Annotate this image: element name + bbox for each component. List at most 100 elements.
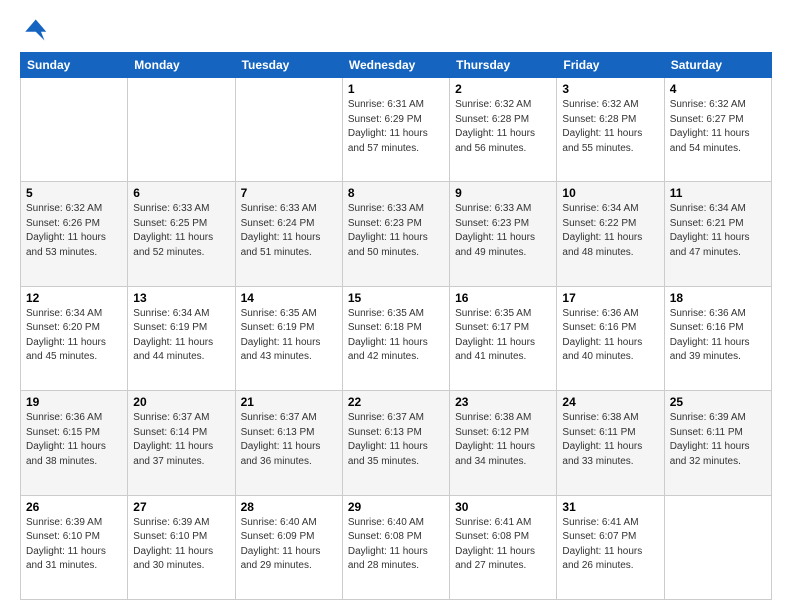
calendar-cell: 6 Sunrise: 6:33 AMSunset: 6:25 PMDaylight… (128, 182, 235, 286)
calendar-cell: 21 Sunrise: 6:37 AMSunset: 6:13 PMDayligh… (235, 391, 342, 495)
day-number: 16 (455, 291, 551, 305)
calendar-cell: 18Sunrise: 6:36 AMSunset: 6:16 PMDayligh… (664, 286, 771, 390)
day-number: 8 (348, 186, 444, 200)
day-info: Sunrise: 6:40 AMSunset: 6:09 PMDaylight:… (241, 516, 337, 574)
col-header-wednesday: Wednesday (342, 53, 449, 78)
day-info: Sunrise: 6:37 AMSunset: 6:14 PMDaylight:… (133, 411, 229, 469)
calendar-cell: 10 Sunrise: 6:34 AMSunset: 6:22 PMDayligh… (557, 182, 664, 286)
day-info: Sunrise: 6:39 AMSunset: 6:11 PMDaylight:… (670, 411, 766, 469)
col-header-sunday: Sunday (21, 53, 128, 78)
week-row-2: 5 Sunrise: 6:32 AMSunset: 6:26 PMDaylight… (21, 182, 772, 286)
day-info: Sunrise: 6:34 AMSunset: 6:20 PMDaylight:… (26, 307, 122, 365)
day-info: Sunrise: 6:37 AMSunset: 6:13 PMDaylight:… (241, 411, 337, 469)
col-header-monday: Monday (128, 53, 235, 78)
calendar-cell: 23 Sunrise: 6:38 AMSunset: 6:12 PMDayligh… (450, 391, 557, 495)
calendar-cell: 4 Sunrise: 6:32 AMSunset: 6:27 PMDaylight… (664, 78, 771, 182)
day-info: Sunrise: 6:33 AMSunset: 6:23 PMDaylight:… (455, 202, 551, 260)
day-number: 19 (26, 395, 122, 409)
week-row-1: 1 Sunrise: 6:31 AMSunset: 6:29 PMDaylight… (21, 78, 772, 182)
calendar-cell: 2Sunrise: 6:32 AMSunset: 6:28 PMDaylight… (450, 78, 557, 182)
calendar-cell: 8 Sunrise: 6:33 AMSunset: 6:23 PMDaylight… (342, 182, 449, 286)
calendar-cell: 11 Sunrise: 6:34 AMSunset: 6:21 PMDayligh… (664, 182, 771, 286)
calendar-cell: 15 Sunrise: 6:35 AMSunset: 6:18 PMDayligh… (342, 286, 449, 390)
col-header-friday: Friday (557, 53, 664, 78)
calendar-cell (21, 78, 128, 182)
calendar-cell: 25 Sunrise: 6:39 AMSunset: 6:11 PMDayligh… (664, 391, 771, 495)
day-info: Sunrise: 6:40 AMSunset: 6:08 PMDaylight:… (348, 516, 444, 574)
day-number: 11 (670, 186, 766, 200)
day-number: 1 (348, 82, 444, 96)
calendar-cell: 27Sunrise: 6:39 AMSunset: 6:10 PMDayligh… (128, 495, 235, 599)
week-row-4: 19 Sunrise: 6:36 AMSunset: 6:15 PMDayligh… (21, 391, 772, 495)
day-number: 28 (241, 500, 337, 514)
calendar-cell (664, 495, 771, 599)
logo (20, 16, 52, 44)
day-info: Sunrise: 6:33 AMSunset: 6:25 PMDaylight:… (133, 202, 229, 260)
day-info: Sunrise: 6:34 AMSunset: 6:21 PMDaylight:… (670, 202, 766, 260)
day-number: 12 (26, 291, 122, 305)
calendar-cell: 3Sunrise: 6:32 AMSunset: 6:28 PMDaylight… (557, 78, 664, 182)
calendar-cell: 19 Sunrise: 6:36 AMSunset: 6:15 PMDayligh… (21, 391, 128, 495)
calendar-cell: 22 Sunrise: 6:37 AMSunset: 6:13 PMDayligh… (342, 391, 449, 495)
calendar-header-row: SundayMondayTuesdayWednesdayThursdayFrid… (21, 53, 772, 78)
page: SundayMondayTuesdayWednesdayThursdayFrid… (0, 0, 792, 612)
logo-icon (20, 16, 48, 44)
day-info: Sunrise: 6:38 AMSunset: 6:12 PMDaylight:… (455, 411, 551, 469)
day-info: Sunrise: 6:36 AMSunset: 6:15 PMDaylight:… (26, 411, 122, 469)
calendar-cell: 30Sunrise: 6:41 AMSunset: 6:08 PMDayligh… (450, 495, 557, 599)
day-info: Sunrise: 6:37 AMSunset: 6:13 PMDaylight:… (348, 411, 444, 469)
calendar-cell: 13 Sunrise: 6:34 AMSunset: 6:19 PMDayligh… (128, 286, 235, 390)
day-number: 23 (455, 395, 551, 409)
calendar-cell: 7Sunrise: 6:33 AMSunset: 6:24 PMDaylight… (235, 182, 342, 286)
day-number: 25 (670, 395, 766, 409)
day-info: Sunrise: 6:35 AMSunset: 6:17 PMDaylight:… (455, 307, 551, 365)
day-info: Sunrise: 6:39 AMSunset: 6:10 PMDaylight:… (133, 516, 229, 574)
day-info: Sunrise: 6:38 AMSunset: 6:11 PMDaylight:… (562, 411, 658, 469)
day-info: Sunrise: 6:34 AMSunset: 6:19 PMDaylight:… (133, 307, 229, 365)
day-info: Sunrise: 6:31 AMSunset: 6:29 PMDaylight:… (348, 98, 444, 156)
day-number: 3 (562, 82, 658, 96)
day-number: 4 (670, 82, 766, 96)
calendar-cell: 29 Sunrise: 6:40 AMSunset: 6:08 PMDayligh… (342, 495, 449, 599)
day-info: Sunrise: 6:33 AMSunset: 6:24 PMDaylight:… (241, 202, 337, 260)
calendar-cell: 5 Sunrise: 6:32 AMSunset: 6:26 PMDaylight… (21, 182, 128, 286)
day-number: 10 (562, 186, 658, 200)
calendar-cell: 17Sunrise: 6:36 AMSunset: 6:16 PMDayligh… (557, 286, 664, 390)
day-number: 22 (348, 395, 444, 409)
day-number: 6 (133, 186, 229, 200)
day-info: Sunrise: 6:33 AMSunset: 6:23 PMDaylight:… (348, 202, 444, 260)
calendar-cell (235, 78, 342, 182)
day-number: 13 (133, 291, 229, 305)
col-header-thursday: Thursday (450, 53, 557, 78)
day-number: 29 (348, 500, 444, 514)
week-row-3: 12 Sunrise: 6:34 AMSunset: 6:20 PMDayligh… (21, 286, 772, 390)
calendar-cell: 9 Sunrise: 6:33 AMSunset: 6:23 PMDaylight… (450, 182, 557, 286)
calendar-cell: 16 Sunrise: 6:35 AMSunset: 6:17 PMDayligh… (450, 286, 557, 390)
calendar-cell: 28 Sunrise: 6:40 AMSunset: 6:09 PMDayligh… (235, 495, 342, 599)
calendar-cell: 12 Sunrise: 6:34 AMSunset: 6:20 PMDayligh… (21, 286, 128, 390)
calendar-cell: 14Sunrise: 6:35 AMSunset: 6:19 PMDayligh… (235, 286, 342, 390)
header (20, 16, 772, 44)
day-info: Sunrise: 6:35 AMSunset: 6:18 PMDaylight:… (348, 307, 444, 365)
col-header-saturday: Saturday (664, 53, 771, 78)
calendar-cell: 31Sunrise: 6:41 AMSunset: 6:07 PMDayligh… (557, 495, 664, 599)
day-number: 30 (455, 500, 551, 514)
col-header-tuesday: Tuesday (235, 53, 342, 78)
day-info: Sunrise: 6:34 AMSunset: 6:22 PMDaylight:… (562, 202, 658, 260)
day-number: 5 (26, 186, 122, 200)
calendar-cell: 20Sunrise: 6:37 AMSunset: 6:14 PMDayligh… (128, 391, 235, 495)
day-number: 24 (562, 395, 658, 409)
day-info: Sunrise: 6:32 AMSunset: 6:27 PMDaylight:… (670, 98, 766, 156)
day-info: Sunrise: 6:32 AMSunset: 6:28 PMDaylight:… (455, 98, 551, 156)
calendar-table: SundayMondayTuesdayWednesdayThursdayFrid… (20, 52, 772, 600)
calendar-cell: 24 Sunrise: 6:38 AMSunset: 6:11 PMDayligh… (557, 391, 664, 495)
calendar-cell (128, 78, 235, 182)
day-info: Sunrise: 6:32 AMSunset: 6:26 PMDaylight:… (26, 202, 122, 260)
day-number: 18 (670, 291, 766, 305)
day-number: 9 (455, 186, 551, 200)
day-number: 21 (241, 395, 337, 409)
day-info: Sunrise: 6:35 AMSunset: 6:19 PMDaylight:… (241, 307, 337, 365)
day-info: Sunrise: 6:36 AMSunset: 6:16 PMDaylight:… (562, 307, 658, 365)
day-number: 15 (348, 291, 444, 305)
day-info: Sunrise: 6:39 AMSunset: 6:10 PMDaylight:… (26, 516, 122, 574)
